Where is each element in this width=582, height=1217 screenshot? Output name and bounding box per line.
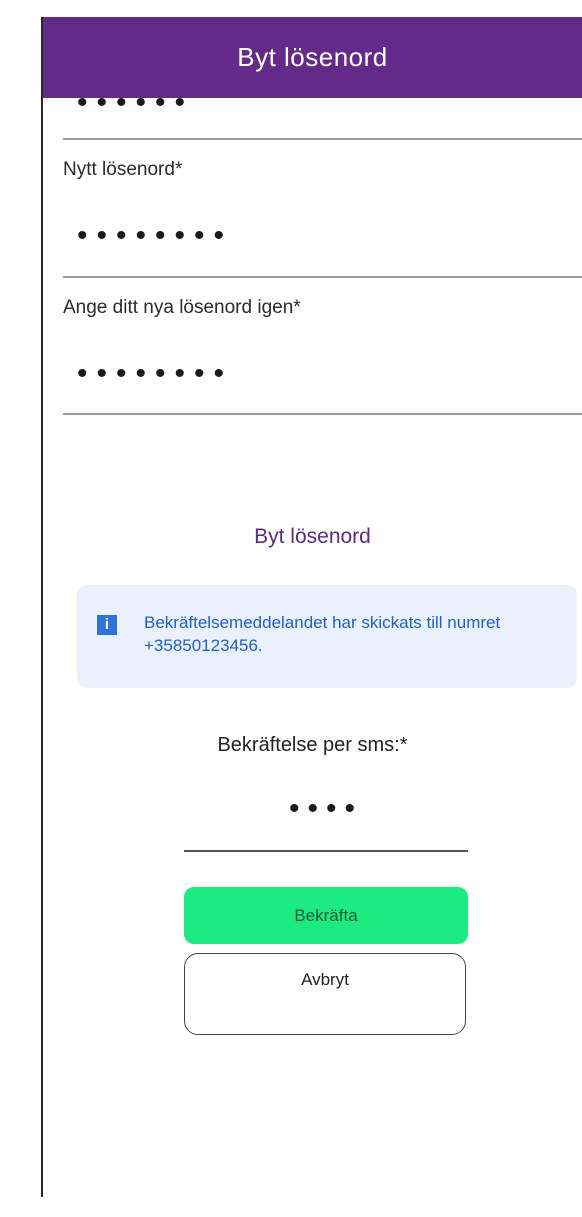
info-message-box: i Bekräftelsemeddelandet har skickats ti…: [77, 585, 577, 688]
sms-code-input[interactable]: ••••: [184, 792, 468, 826]
info-icon: i: [97, 615, 117, 635]
repeat-password-input[interactable]: ••••••••: [77, 357, 233, 391]
repeat-password-label: Ange ditt nya lösenord igen*: [63, 297, 301, 318]
sms-code-underline: [184, 850, 468, 852]
repeat-password-field[interactable]: Ange ditt nya lösenord igen* ••••••••: [63, 280, 582, 418]
current-password-value[interactable]: ••••••: [77, 86, 194, 120]
header-title: Byt lösenord: [237, 42, 388, 72]
section-title: Byt lösenord: [254, 525, 371, 548]
confirm-button[interactable]: Bekräfta: [184, 887, 468, 944]
info-message-text: Bekräftelsemeddelandet har skickats till…: [144, 613, 501, 655]
confirm-button-label: Bekräfta: [294, 905, 358, 925]
cancel-button[interactable]: Avbryt: [184, 953, 466, 1035]
new-password-underline: [63, 276, 582, 278]
current-password-field[interactable]: ••••••: [63, 86, 582, 140]
new-password-field[interactable]: Nytt lösenord* ••••••••: [63, 142, 582, 280]
repeat-password-underline: [63, 413, 582, 415]
new-password-input[interactable]: ••••••••: [77, 219, 233, 253]
screen-left-border: [41, 17, 43, 1197]
cancel-button-label: Avbryt: [301, 970, 349, 989]
sms-confirmation-label: Bekräftelse per sms:*: [217, 734, 408, 756]
new-password-label: Nytt lösenord*: [63, 159, 183, 180]
current-password-underline: [63, 138, 582, 140]
